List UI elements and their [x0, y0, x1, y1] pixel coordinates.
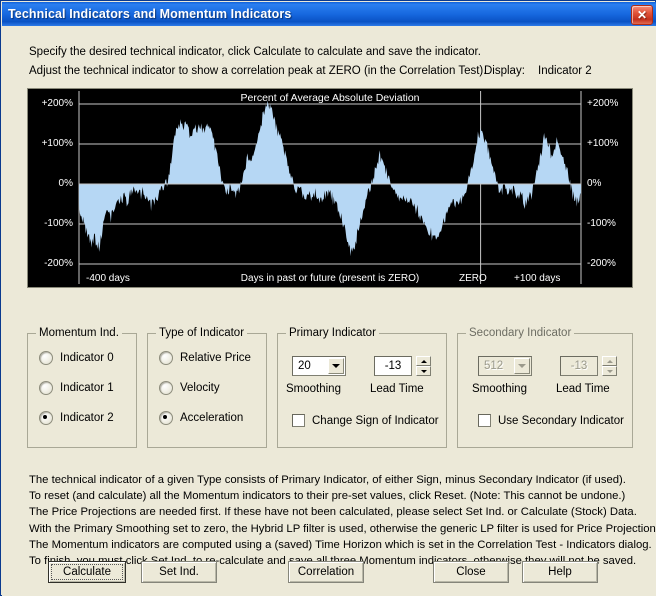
chart-svg [78, 91, 582, 284]
momentum-indicator-group: Momentum Ind. Indicator 0 Indicator 1 In… [27, 327, 137, 448]
close-button-label: Close [456, 566, 486, 578]
secondary-lead-time-label: Lead Time [556, 383, 610, 395]
primary-smoothing-label: Smoothing [286, 383, 341, 395]
help-button-label: Help [548, 566, 572, 578]
chevron-down-icon[interactable] [328, 358, 344, 374]
radio-circle-icon [159, 381, 173, 395]
correlation-button[interactable]: Correlation [288, 561, 364, 583]
note-line: With the Primary Smoothing set to zero, … [29, 522, 656, 535]
indicator-chart: Percent of Average Absolute Deviation +2… [27, 88, 633, 288]
radio-label: Indicator 0 [60, 352, 114, 364]
chart-plot-container: Percent of Average Absolute Deviation +2… [28, 89, 632, 287]
window-title: Technical Indicators and Momentum Indica… [8, 7, 292, 21]
secondary-smoothing-label: Smoothing [472, 383, 527, 395]
title-bar: Technical Indicators and Momentum Indica… [2, 2, 656, 26]
radio-label: Indicator 1 [60, 382, 114, 394]
radio-label: Acceleration [180, 412, 244, 424]
close-icon[interactable] [631, 5, 653, 25]
checkbox-icon[interactable] [292, 414, 305, 427]
display-label: Display: [484, 65, 525, 77]
radio-circle-icon [159, 411, 173, 425]
use-secondary-label: Use Secondary Indicator [498, 414, 624, 427]
primary-lead-time-value: -13 [384, 360, 402, 372]
secondary-lead-time-field: -13 [560, 356, 598, 376]
change-sign-label: Change Sign of Indicator [312, 414, 439, 427]
set-ind-button-label: Set Ind. [159, 566, 199, 578]
set-ind-button[interactable]: Set Ind. [141, 561, 217, 583]
instruction-line-1: Specify the desired technical indicator,… [29, 46, 481, 58]
change-sign-checkbox-row[interactable]: Change Sign of Indicator [292, 414, 439, 427]
checkbox-icon[interactable] [478, 414, 491, 427]
spinner-up-icon [602, 356, 617, 366]
radio-acceleration[interactable]: Acceleration [159, 411, 243, 425]
secondary-indicator-group: Secondary Indicator 512 Smoothing -13 Le… [457, 327, 633, 448]
spinner-up-icon[interactable] [416, 356, 431, 366]
close-button[interactable]: Close [433, 561, 509, 583]
secondary-group-legend: Secondary Indicator [466, 327, 575, 339]
display-value: Indicator 2 [538, 65, 592, 77]
primary-smoothing-dropdown[interactable]: 20 [292, 356, 346, 376]
radio-relative-price[interactable]: Relative Price [159, 351, 251, 365]
secondary-smoothing-value: 512 [484, 360, 504, 372]
spinner-down-icon [602, 366, 617, 376]
momentum-group-legend: Momentum Ind. [36, 327, 122, 339]
dialog-client-area: Specify the desired technical indicator,… [2, 26, 656, 596]
radio-label: Velocity [180, 382, 220, 394]
secondary-smoothing-dropdown: 512 [478, 356, 532, 376]
chevron-down-icon [514, 358, 530, 374]
help-button[interactable]: Help [522, 561, 598, 583]
radio-label: Relative Price [180, 352, 251, 364]
radio-circle-icon [159, 351, 173, 365]
focus-rect [51, 564, 123, 580]
calculate-button[interactable]: Calculate [48, 561, 126, 583]
note-line: The technical indicator of a given Type … [29, 474, 626, 486]
radio-indicator-2[interactable]: Indicator 2 [39, 411, 114, 425]
primary-indicator-group: Primary Indicator 20 Smoothing -13 Lead … [277, 327, 447, 448]
use-secondary-checkbox-row[interactable]: Use Secondary Indicator [478, 414, 624, 427]
notes-paragraph: The technical indicator of a given Type … [29, 472, 656, 569]
radio-circle-icon [39, 351, 53, 365]
note-line: The Momentum indicators are computed usi… [29, 538, 652, 551]
spinner-down-icon[interactable] [416, 366, 431, 376]
note-line: The Price Projections are needed first. … [29, 506, 637, 519]
type-group-legend: Type of Indicator [156, 327, 248, 339]
secondary-lead-time-spinner [602, 356, 617, 376]
primary-group-legend: Primary Indicator [286, 327, 379, 339]
radio-indicator-1[interactable]: Indicator 1 [39, 381, 114, 395]
type-of-indicator-group: Type of Indicator Relative Price Velocit… [147, 327, 267, 448]
dialog-window: Technical Indicators and Momentum Indica… [0, 0, 656, 596]
radio-circle-icon [39, 411, 53, 425]
note-line: To reset (and calculate) all the Momentu… [29, 490, 626, 503]
radio-indicator-0[interactable]: Indicator 0 [39, 351, 114, 365]
radio-circle-icon [39, 381, 53, 395]
radio-label: Indicator 2 [60, 412, 114, 424]
primary-lead-time-field[interactable]: -13 [374, 356, 412, 376]
primary-lead-time-label: Lead Time [370, 383, 424, 395]
primary-smoothing-value: 20 [298, 360, 311, 372]
radio-velocity[interactable]: Velocity [159, 381, 220, 395]
correlation-button-label: Correlation [297, 566, 355, 578]
instruction-line-2: Adjust the technical indicator to show a… [29, 65, 487, 77]
secondary-lead-time-value: -13 [570, 360, 588, 372]
primary-lead-time-spinner[interactable] [416, 356, 431, 376]
